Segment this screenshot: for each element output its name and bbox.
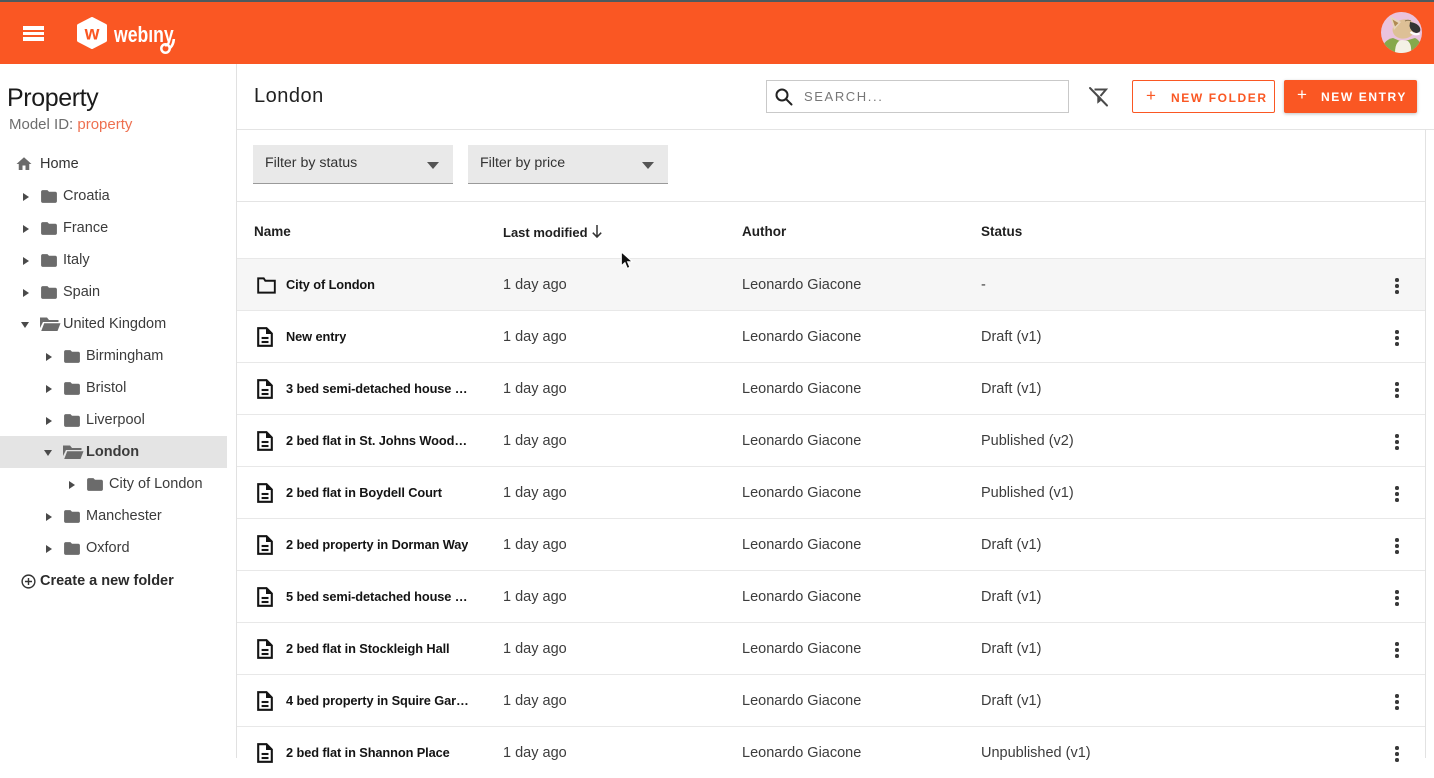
svg-text:w: w bbox=[84, 24, 100, 45]
